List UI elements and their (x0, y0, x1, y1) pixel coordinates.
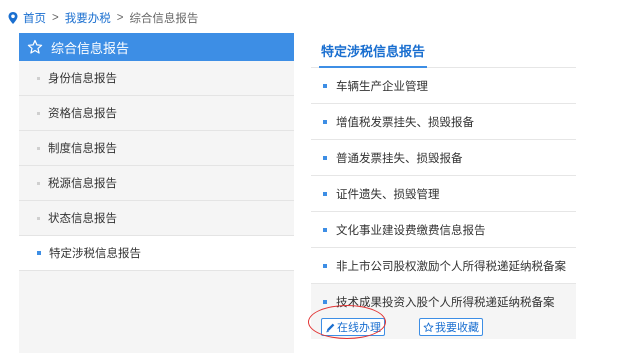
sidebar-item-identity-report[interactable]: 身份信息报告 (19, 61, 294, 96)
bullet-icon (37, 76, 40, 80)
bullet-icon (37, 216, 40, 220)
sidebar-item-label: 特定涉税信息报告 (49, 248, 141, 260)
breadcrumb-separator: > (52, 12, 59, 24)
bullet-icon (37, 111, 40, 115)
sidebar-item-label: 身份信息报告 (48, 73, 117, 85)
sidebar: 综合信息报告 身份信息报告 资格信息报告 制度信息报告 税源信息报告 状态信息报… (19, 33, 294, 353)
bullet-icon (37, 146, 40, 150)
list-item[interactable]: 文化事业建设费缴费信息报告 (311, 212, 576, 248)
bullet-icon (37, 251, 41, 255)
bullet-icon (323, 191, 327, 196)
list-item-label: 非上市公司股权激励个人所得税递延纳税备案 (336, 260, 566, 273)
sidebar-item-label: 资格信息报告 (48, 108, 117, 120)
bullet-icon (323, 263, 327, 268)
panel-title-bar: 特定涉税信息报告 (311, 33, 576, 68)
star-outline-icon (423, 322, 434, 332)
add-favorite-label: 我要收藏 (435, 322, 479, 334)
bullet-icon (323, 83, 327, 88)
breadcrumb-separator: > (116, 12, 124, 24)
list-item-label: 文化事业建设费缴费信息报告 (336, 224, 486, 237)
list-item-label: 增值税发票挂失、损毁报备 (336, 116, 474, 129)
panel-title: 特定涉税信息报告 (321, 44, 426, 59)
sidebar-item-specific-tax-report[interactable]: 特定涉税信息报告 (19, 236, 294, 271)
list-item-label: 证件遗失、损毁管理 (336, 188, 440, 201)
bullet-icon (323, 227, 327, 232)
breadcrumb-current: 综合信息报告 (129, 13, 199, 25)
breadcrumb: 首页 > 我要办税 > 综合信息报告 (6, 9, 198, 27)
sidebar-header-title: 综合信息报告 (51, 40, 130, 56)
sidebar-item-system-report[interactable]: 制度信息报告 (19, 131, 294, 166)
list-item[interactable]: 增值税发票挂失、损毁报备 (311, 104, 576, 140)
sidebar-header[interactable]: 综合信息报告 (19, 33, 294, 61)
bullet-icon (323, 155, 327, 160)
sidebar-item-label: 制度信息报告 (48, 143, 117, 155)
list-item[interactable]: 车辆生产企业管理 (311, 68, 576, 104)
title-underline (319, 66, 427, 68)
bullet-icon (37, 181, 40, 185)
list-item[interactable]: 非上市公司股权激励个人所得税递延纳税备案 (311, 248, 576, 284)
highlight-circle (308, 305, 386, 339)
add-favorite-button[interactable]: 我要收藏 (419, 318, 483, 336)
sidebar-item-tax-source-report[interactable]: 税源信息报告 (19, 166, 294, 201)
location-pin-icon (8, 12, 18, 24)
breadcrumb-home-link[interactable]: 首页 (23, 10, 46, 26)
bullet-icon (323, 300, 327, 304)
sidebar-item-qualification-report[interactable]: 资格信息报告 (19, 96, 294, 131)
sidebar-item-label: 税源信息报告 (48, 178, 117, 190)
sidebar-item-label: 状态信息报告 (48, 213, 117, 225)
sidebar-item-status-report[interactable]: 状态信息报告 (19, 201, 294, 236)
bullet-icon (323, 119, 327, 124)
breadcrumb-section-link[interactable]: 我要办税 (65, 10, 111, 26)
list-item-label: 普通发票挂失、损毁报备 (336, 152, 463, 165)
list-item[interactable]: 证件遗失、损毁管理 (311, 176, 576, 212)
list-item[interactable]: 普通发票挂失、损毁报备 (311, 140, 576, 176)
star-outline-icon (27, 39, 43, 54)
list-item-label: 车辆生产企业管理 (336, 80, 428, 93)
